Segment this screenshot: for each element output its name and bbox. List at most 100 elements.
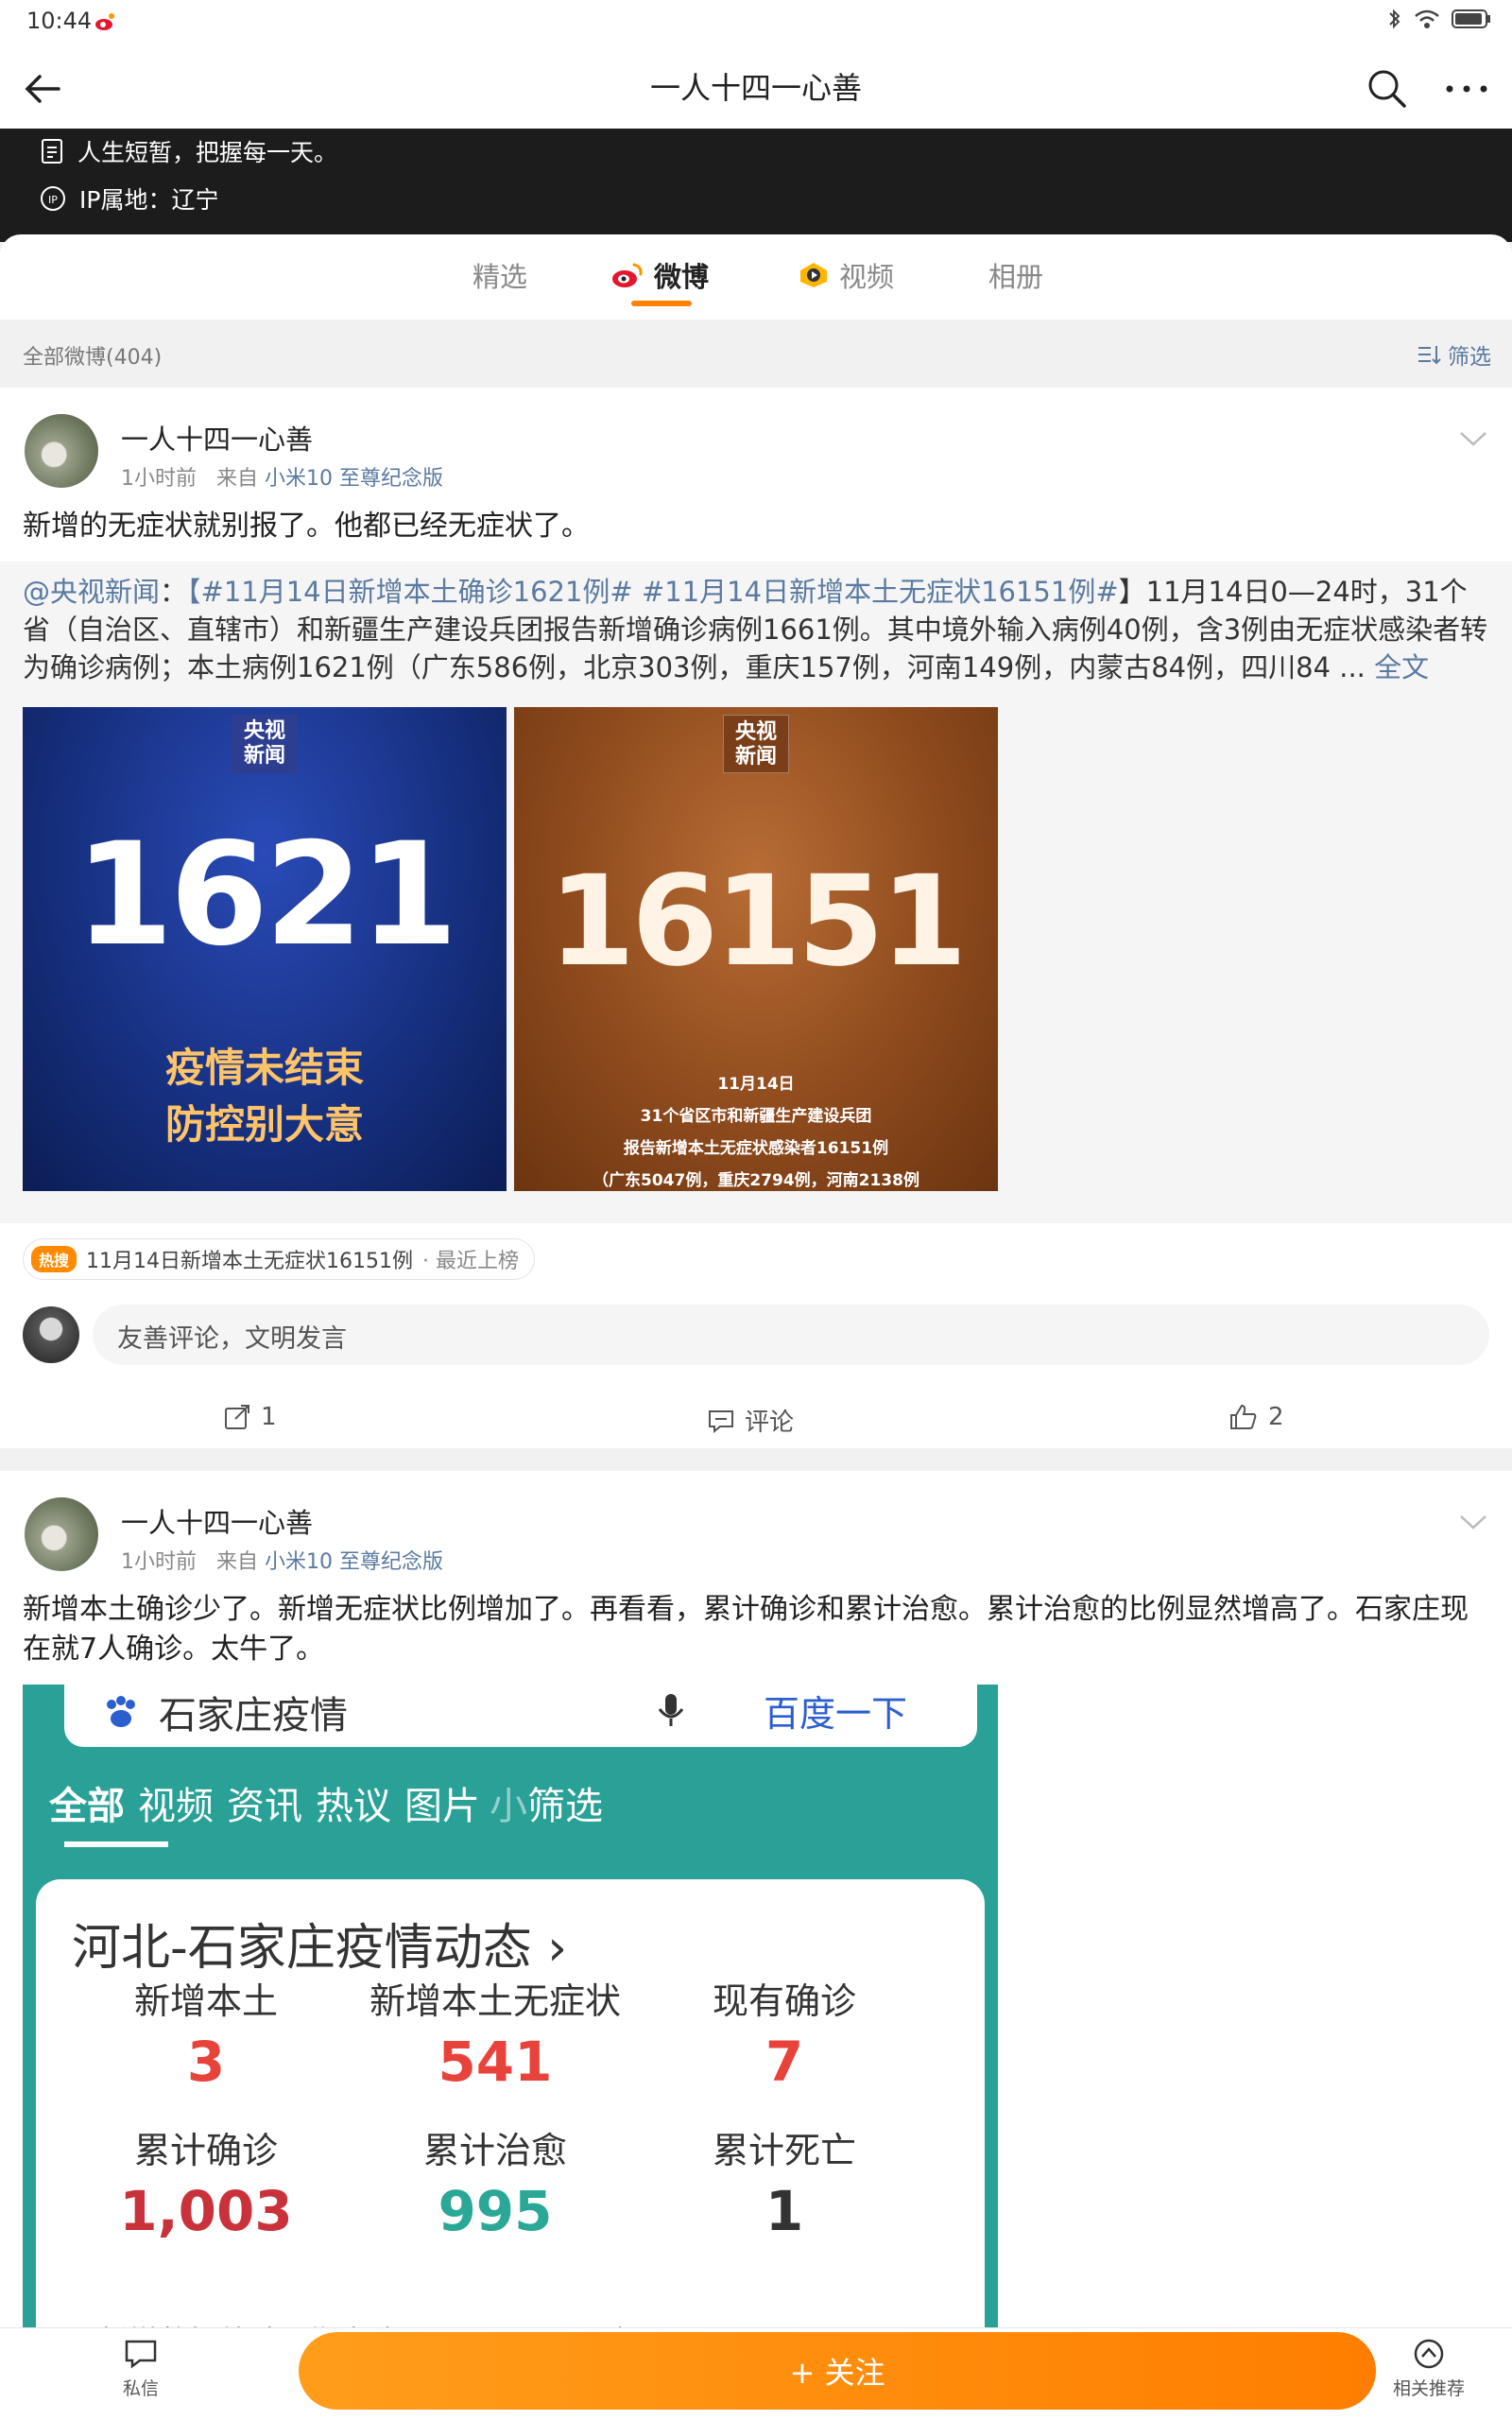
stat-value: 1,003 xyxy=(119,2179,293,2243)
image-headline-number: 16151 xyxy=(548,849,967,994)
direct-message-button[interactable]: 私信 xyxy=(123,2338,159,2400)
profile-bio-row: 人生短暂，把握每一天。 xyxy=(40,134,337,168)
repost-count: 1 xyxy=(261,1403,277,1431)
image-caption-line: 31个省区市和新疆生产建设兵团 xyxy=(640,1107,872,1126)
related-icon xyxy=(1414,2339,1444,2369)
related-recommend-button[interactable]: 相关推荐 xyxy=(1393,2338,1465,2400)
follow-button[interactable]: + 关注 xyxy=(299,2332,1376,2410)
comment-input[interactable]: 友善评论，文明发言 xyxy=(93,1305,1489,1365)
bluetooth-icon xyxy=(1389,9,1400,29)
image-headline-number: 1621 xyxy=(75,813,457,977)
search-icon[interactable] xyxy=(1365,66,1408,110)
screenshot-footnote: 新增数据统计周期为昨日11.13 0-24时 xyxy=(98,2318,626,2327)
tab-video-label: 视频 xyxy=(839,261,895,293)
stat-cell: 新增本土 3 xyxy=(64,1972,348,2100)
tab-featured[interactable]: 精选 xyxy=(472,255,527,295)
stat-label: 累计治愈 xyxy=(422,2130,567,2171)
tab-album[interactable]: 相册 xyxy=(988,255,1043,295)
tab-weibo[interactable]: 微博 xyxy=(610,255,709,295)
filter-button[interactable]: 筛选 xyxy=(1416,338,1491,371)
tab-weibo-label: 微博 xyxy=(654,261,710,293)
post-text: 新增本土确诊少了。新增无症状比例增加了。再看看，累计确诊和累计治愈。累计治愈的比… xyxy=(23,1593,1469,1666)
stat-label: 累计死亡 xyxy=(712,2130,856,2171)
post-image[interactable]: 石家庄疫情 百度一下 全部 视频 资讯 热议 图片 小 筛选 河北-石家庄疫情动… xyxy=(23,1685,998,2327)
image-caption-line: 报告新增本土无症状感染者16151例 xyxy=(623,1139,889,1158)
comment-label: 评论 xyxy=(745,1409,795,1437)
stat-value: 995 xyxy=(438,2179,553,2243)
mention-link[interactable]: @央视新闻 xyxy=(23,576,160,608)
weibo-notification-icon xyxy=(95,13,114,30)
hot-search-badge: 热搜 xyxy=(31,1246,77,1272)
battery-icon xyxy=(1452,9,1490,28)
hot-search-pill[interactable]: 热搜 11月14日新增本土无症状16151例 · 最近上榜 xyxy=(23,1238,535,1280)
post-meta: 1小时前 来自 小米10 至尊纪念版 xyxy=(121,461,443,492)
filter-icon xyxy=(1418,346,1441,365)
post-author[interactable]: 一人十四一心善 xyxy=(121,418,313,458)
post-author[interactable]: 一人十四一心善 xyxy=(121,1501,313,1541)
svg-text:IP: IP xyxy=(48,194,58,206)
stat-label: 新增本土 xyxy=(133,1980,278,2022)
image-slogan-line: 防控别大意 xyxy=(164,1101,364,1148)
screenshot-stats-panel: 河北-石家庄疫情动态 › 新增本土 3 新增本土无症状 541 现有确诊 7 累计确诊 1,0… xyxy=(36,1879,985,2327)
stat-label: 新增本土无症状 xyxy=(369,1980,621,2022)
screenshot-tabs: 全部 视频 资讯 热议 图片 小 筛选 xyxy=(23,1775,998,1832)
status-time: 10:44 xyxy=(26,8,93,34)
screenshot-tab: 全部 xyxy=(49,1785,125,1828)
screenshot-tab: 小 xyxy=(490,1785,527,1828)
status-bar: 10:44 xyxy=(0,0,1512,47)
post-count: 全部微博(404) xyxy=(23,346,163,370)
avatar[interactable] xyxy=(25,414,98,488)
mention-separator: ： xyxy=(160,576,188,608)
screenshot-tab: 热议 xyxy=(316,1785,391,1828)
microphone-icon xyxy=(658,1694,684,1726)
chevron-down-icon[interactable] xyxy=(1457,427,1489,450)
stat-label: 累计确诊 xyxy=(133,2130,278,2171)
repost-button[interactable]: 1 xyxy=(223,1403,277,1431)
post-meta: 1小时前 来自 小米10 至尊纪念版 xyxy=(121,1545,443,1575)
page-title: 一人十四一心善 xyxy=(649,70,862,106)
screenshot-tab-filter: 筛选 xyxy=(527,1785,603,1828)
screenshot-tab: 图片 xyxy=(404,1785,480,1828)
related-recommend-label: 相关推荐 xyxy=(1393,2378,1466,2399)
comment-button[interactable]: 评论 xyxy=(707,1403,794,1438)
hashtag-link[interactable]: #11月14日新增本土无症状16151例# xyxy=(642,576,1119,608)
avatar[interactable] xyxy=(25,1497,98,1571)
post-image[interactable]: 央视 新闻 1621 疫情未结束 防控别大意 xyxy=(23,707,507,1191)
expand-full-text-link[interactable]: 全文 xyxy=(1374,651,1429,683)
stat-value: 7 xyxy=(765,2030,804,2094)
image-slogan-line: 疫情未结束 xyxy=(164,1045,364,1091)
hashtag-link[interactable]: 【#11月14日新增本土确诊1621例# xyxy=(187,576,633,608)
my-avatar xyxy=(23,1306,79,1363)
tab-video[interactable]: 视频 xyxy=(798,255,894,295)
post-divider xyxy=(0,1452,1512,1471)
stat-cell: 现有确诊 7 xyxy=(643,1972,926,2100)
post-source[interactable]: 小米10 至尊纪念版 xyxy=(265,467,443,491)
feed-filter-bar: 全部微博(404) 筛选 xyxy=(0,320,1512,388)
comment-icon xyxy=(709,1409,733,1433)
stat-cell: 新增本土无症状 541 xyxy=(353,1972,637,2100)
baidu-paw-icon xyxy=(107,1696,135,1727)
bottom-bar: 私信 + 关注 相关推荐 xyxy=(0,2327,1512,2420)
document-icon xyxy=(42,139,62,164)
profile-ip: IP属地：辽宁 xyxy=(79,186,219,214)
screenshot-search-bar: 石家庄疫情 百度一下 xyxy=(64,1685,977,1747)
wifi-icon xyxy=(1415,9,1439,28)
weibo-logo-icon xyxy=(612,263,643,287)
post-source[interactable]: 小米10 至尊纪念版 xyxy=(265,1550,443,1574)
post-text: 新增的无症状就别报了。他都已经无症状了。 xyxy=(23,510,590,543)
post-source-prefix: 来自 xyxy=(215,467,258,491)
screenshot-tab: 视频 xyxy=(138,1785,214,1828)
post-time: 1小时前 xyxy=(121,467,197,491)
chevron-down-icon[interactable] xyxy=(1457,1511,1489,1533)
ip-location-icon: IP xyxy=(41,186,65,211)
post-image[interactable]: 央视 新闻 16151 11月14日 31个省区市和新疆生产建设兵团 报告新增本… xyxy=(514,707,998,1191)
post-time: 1小时前 xyxy=(121,1550,197,1574)
stat-value: 3 xyxy=(186,2030,226,2094)
tab-active-indicator xyxy=(631,301,692,306)
screenshot-panel-title: 河北-石家庄疫情动态 › xyxy=(72,1920,568,1977)
stat-value: 541 xyxy=(438,2030,553,2094)
like-button[interactable]: 2 xyxy=(1228,1403,1284,1431)
image-caption-line: 11月14日 xyxy=(717,1075,795,1094)
more-icon[interactable] xyxy=(1440,66,1493,110)
screenshot-search-query: 石家庄疫情 xyxy=(102,1685,348,1739)
